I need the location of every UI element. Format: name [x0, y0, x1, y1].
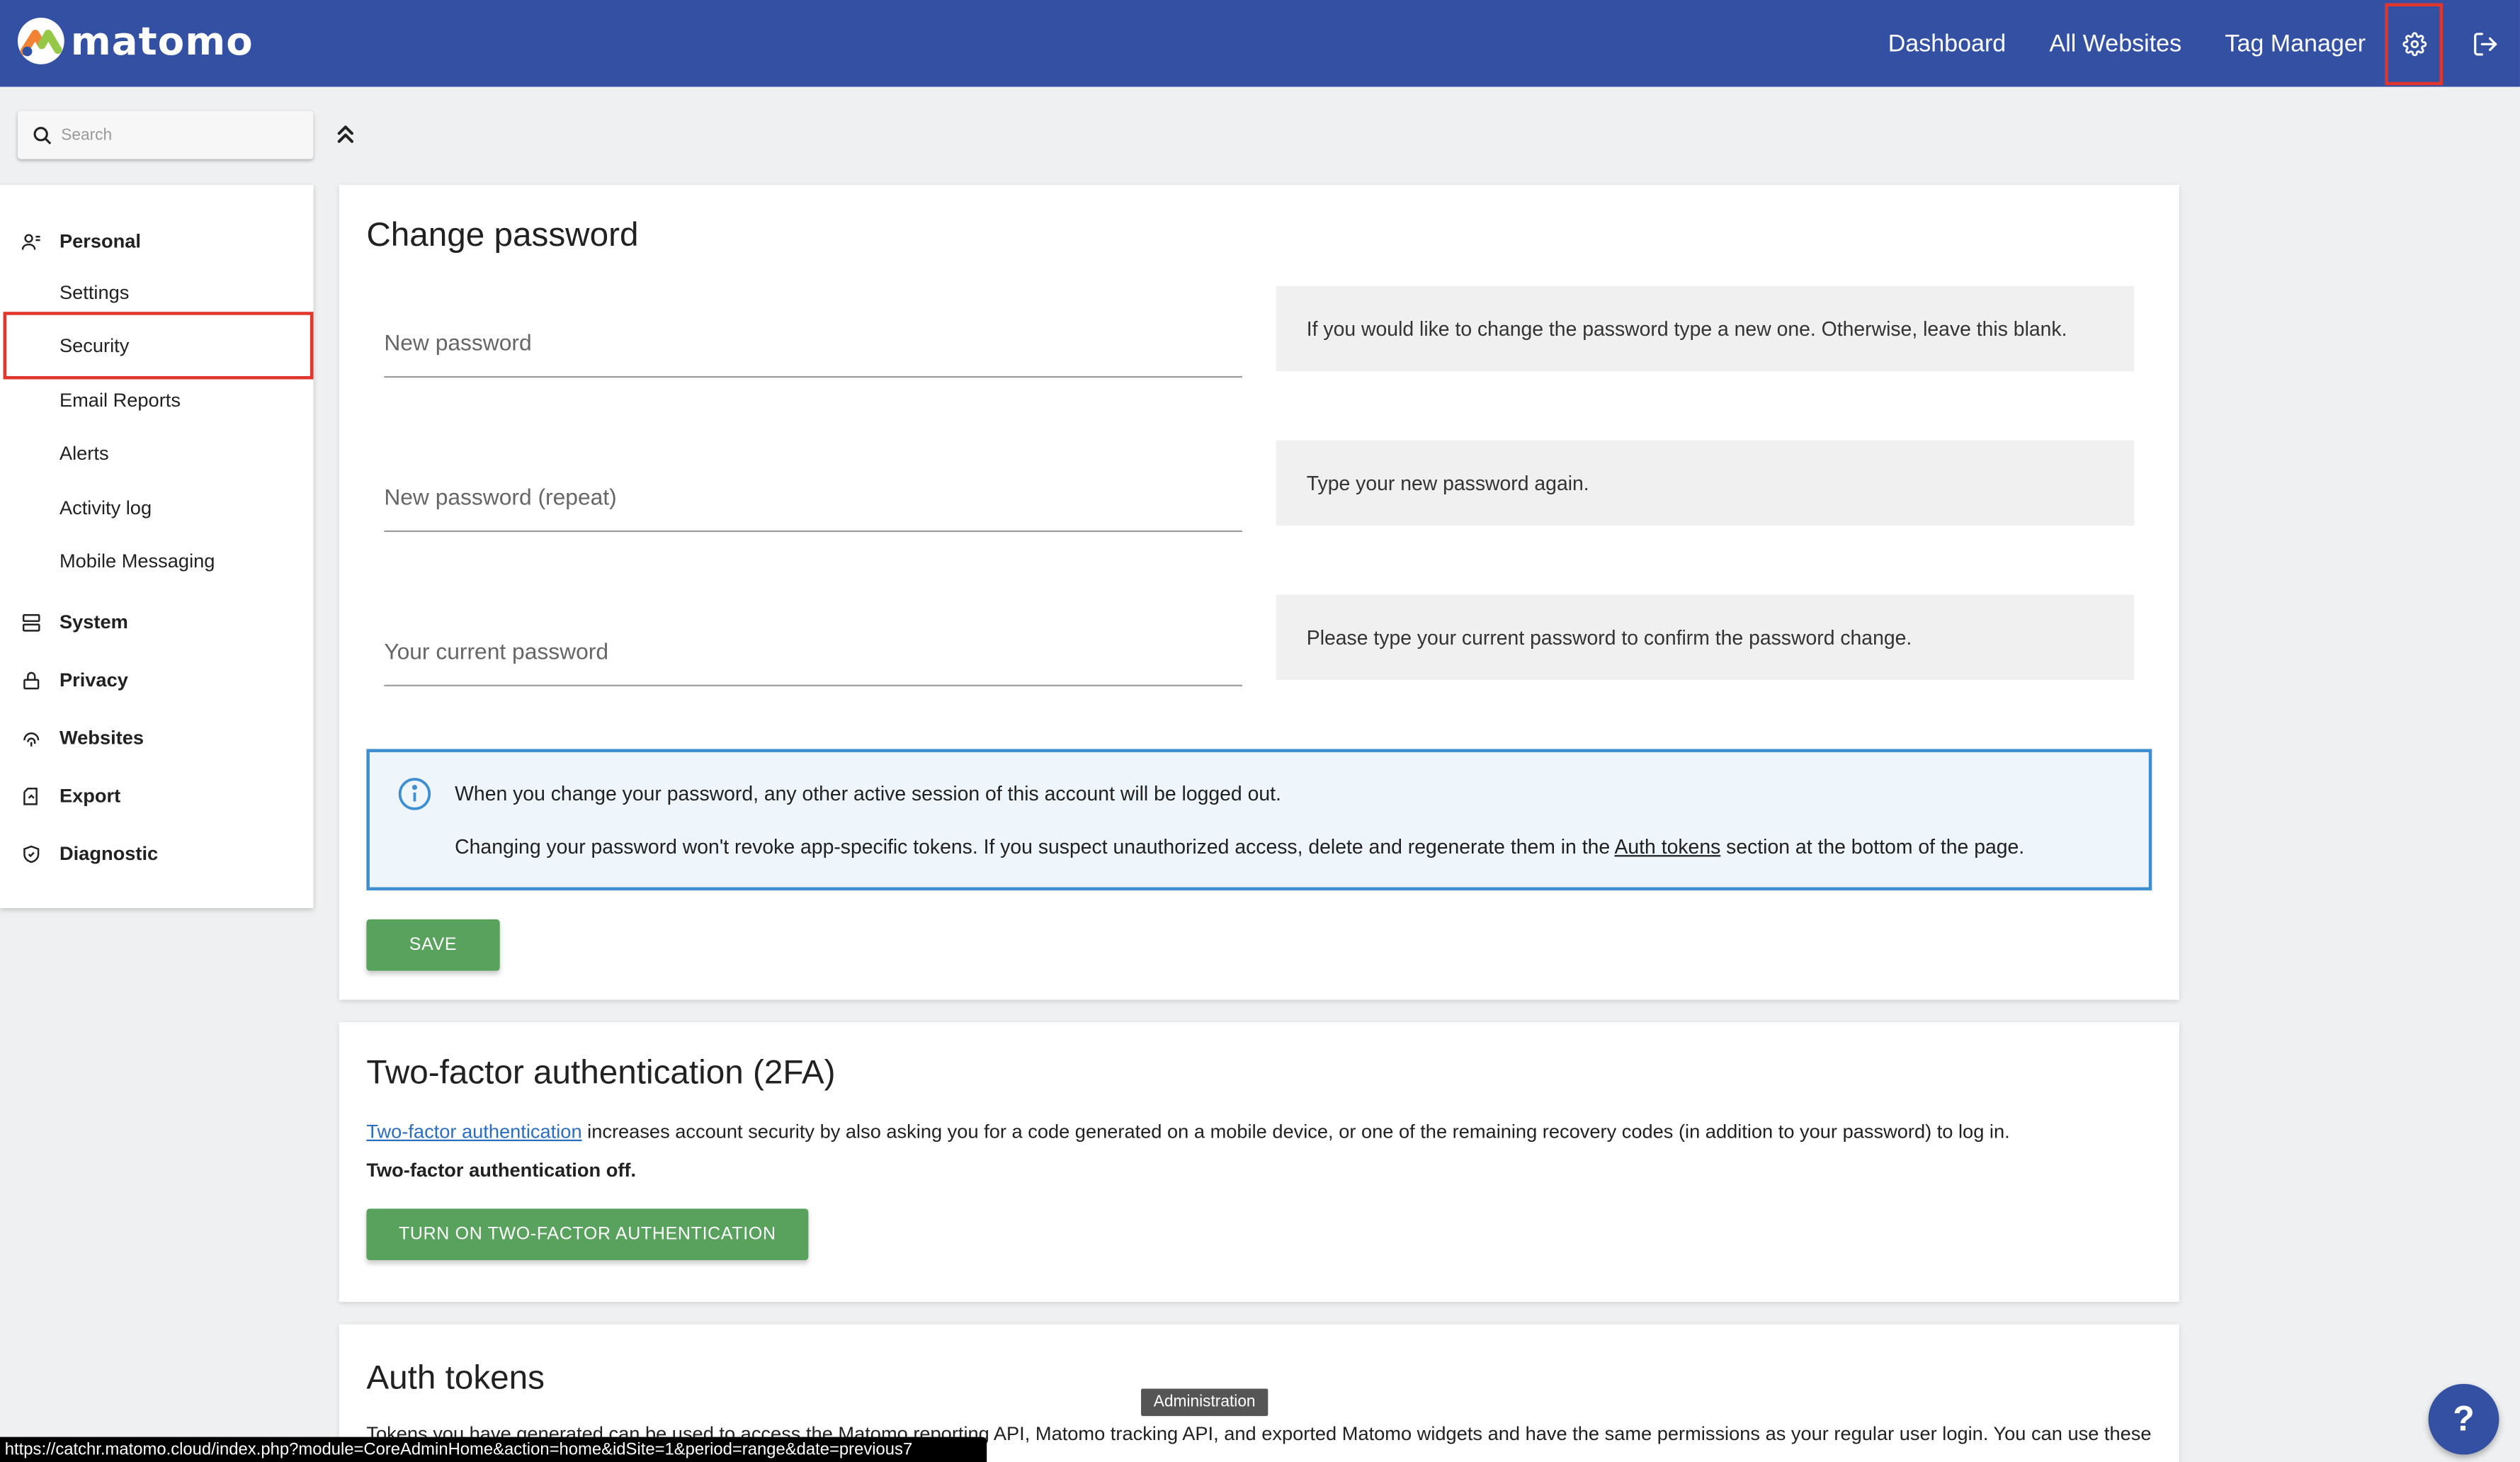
two-factor-status: Two-factor authentication off. [366, 1159, 637, 1182]
search-icon [33, 126, 52, 144]
menu-category-label: Diagnostic [59, 842, 159, 865]
new-password-input[interactable] [384, 329, 1243, 356]
menu-search-input[interactable] [61, 126, 302, 144]
logout-button[interactable] [2456, 2, 2514, 84]
browser-status-url: https://catchr.matomo.cloud/index.php?mo… [0, 1436, 987, 1462]
save-button[interactable]: SAVE [366, 919, 500, 971]
auth-tokens-link[interactable]: Auth tokens [1614, 836, 1720, 858]
current-password-field [384, 593, 1243, 686]
lock-icon [21, 669, 41, 690]
server-icon [21, 611, 41, 632]
repeat-password-field [384, 438, 1243, 533]
menu-category-label: Websites [59, 726, 144, 749]
two-factor-card: Two-factor authentication (2FA) Two-fact… [339, 1022, 2179, 1302]
repeat-password-help: Type your new password again. [1276, 440, 2135, 526]
nav-all-websites[interactable]: All Websites [2049, 30, 2181, 57]
auth-tokens-title: Auth tokens [366, 1359, 545, 1397]
export-icon [21, 785, 41, 805]
turn-on-2fa-button[interactable]: TURN ON TWO-FACTOR AUTHENTICATION [366, 1208, 809, 1260]
nav-tag-manager[interactable]: Tag Manager [2225, 30, 2366, 57]
matomo-logo[interactable]: matomo [17, 17, 254, 64]
collapse-menu-button[interactable] [333, 119, 358, 148]
two-factor-link[interactable]: Two-factor authentication [366, 1121, 581, 1143]
notice-text-before-link: Changing your password won't revoke app-… [455, 835, 1615, 858]
repeat-password-input[interactable] [384, 483, 1243, 510]
logo-text: matomo [70, 18, 254, 64]
current-password-help: Please type your current password to con… [1276, 594, 2135, 680]
administration-button[interactable] [2385, 2, 2444, 85]
administration-tooltip: Administration [1141, 1388, 1268, 1417]
menu-search-box [17, 110, 314, 159]
users-icon [21, 231, 41, 251]
menu-category-label: Personal [59, 230, 142, 253]
notice-line-2: Changing your password won't revoke app-… [455, 836, 2024, 858]
menu-category-privacy[interactable]: Privacy [0, 662, 313, 698]
new-password-help: If you would like to change the password… [1276, 285, 2135, 372]
menu-item-settings[interactable]: Settings [59, 276, 129, 308]
nav-dashboard[interactable]: Dashboard [1888, 30, 2007, 57]
menu-category-label: Privacy [59, 668, 128, 691]
menu-category-label: Export [59, 784, 121, 808]
menu-item-alerts[interactable]: Alerts [59, 437, 109, 469]
menu-item-activity-log[interactable]: Activity log [59, 492, 152, 523]
info-icon [398, 778, 431, 810]
admin-menu: Personal Settings Security Email Reports… [0, 184, 314, 909]
notice-text-after-link: section at the bottom of the page. [1720, 835, 2025, 858]
menu-category-export[interactable]: Export [0, 778, 313, 813]
two-factor-description: Two-factor authentication increases acco… [366, 1121, 2009, 1143]
logout-icon [2473, 32, 2497, 55]
menu-category-system[interactable]: System [0, 604, 313, 640]
change-password-card: Change password If you would like to cha… [339, 184, 2179, 1000]
shield-icon [21, 843, 41, 863]
two-factor-title: Two-factor authentication (2FA) [366, 1054, 836, 1092]
menu-category-websites[interactable]: Websites [0, 720, 313, 756]
matomo-logo-icon [17, 17, 64, 64]
double-chevron-up-icon [337, 125, 353, 143]
two-factor-description-text: increases account security by also askin… [581, 1120, 2010, 1143]
menu-category-personal[interactable]: Personal [0, 223, 313, 259]
notice-line-1: When you change your password, any other… [455, 783, 1281, 805]
help-button[interactable]: ? [2428, 1383, 2499, 1455]
change-password-title: Change password [366, 217, 639, 254]
top-navigation: Dashboard All Websites Tag Manager [1888, 0, 2520, 87]
security-highlight-box [3, 312, 314, 380]
password-change-notice: When you change your password, any other… [366, 749, 2152, 891]
top-bar: matomo Dashboard All Websites Tag Manage… [0, 0, 2520, 87]
gear-icon [2402, 31, 2427, 56]
current-password-input[interactable] [384, 638, 1243, 664]
menu-item-mobile-messaging[interactable]: Mobile Messaging [59, 545, 215, 577]
menu-item-email-reports[interactable]: Email Reports [59, 384, 181, 416]
menu-category-label: System [59, 611, 128, 634]
new-password-field [384, 285, 1243, 378]
menu-category-diagnostic[interactable]: Diagnostic [0, 836, 313, 871]
fingerprint-icon [21, 727, 41, 748]
